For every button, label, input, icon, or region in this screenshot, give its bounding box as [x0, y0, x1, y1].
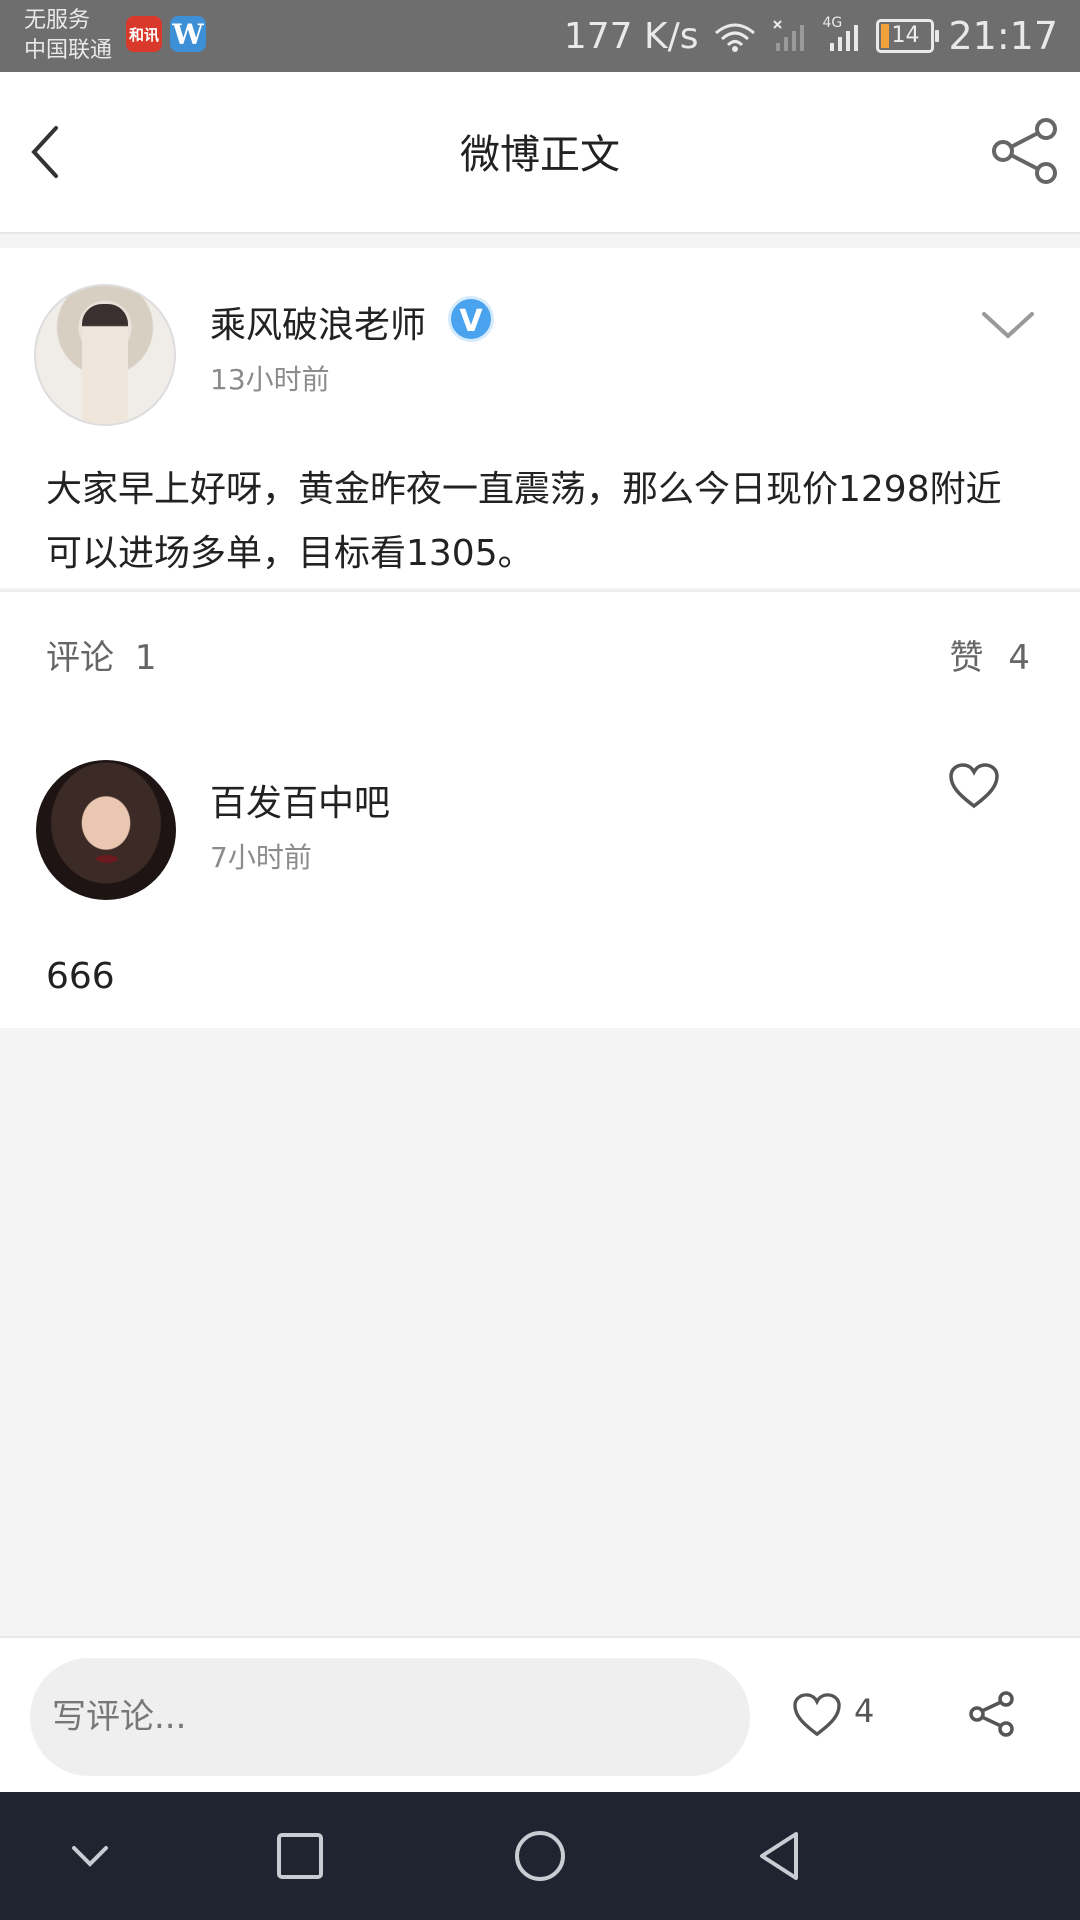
home-icon[interactable] — [510, 1826, 570, 1886]
signal-no-service-icon — [773, 20, 805, 51]
verified-badge: V — [448, 296, 494, 342]
wifi-icon — [715, 23, 756, 52]
w-app-icon: W — [170, 16, 206, 52]
carrier-line-2: 中国联通 — [24, 38, 113, 63]
recents-icon[interactable] — [270, 1826, 330, 1886]
verified-badge-label: V — [459, 304, 483, 339]
battery-level: 14 — [891, 23, 920, 48]
comment-time: 7小时前 — [210, 841, 312, 874]
post-stats: 评论 1 赞 4 — [0, 590, 1080, 712]
hexun-app-icon: 和讯 — [126, 16, 162, 52]
carrier-info: 无服务 中国联通 — [24, 6, 112, 66]
chevron-down-icon[interactable] — [980, 308, 1036, 342]
back-icon[interactable] — [750, 1826, 810, 1886]
top-nav: 微博正文 — [0, 72, 1080, 234]
comments-label: 评论 — [46, 638, 114, 678]
post-time: 13小时前 — [210, 363, 330, 396]
comments-count: 1 — [134, 638, 157, 678]
comment-item: 百发百中吧 7小时前 666 — [0, 710, 1080, 1028]
commenter-avatar[interactable] — [36, 760, 176, 900]
heart-icon[interactable] — [948, 762, 1000, 810]
comment-body: 666 — [46, 956, 115, 997]
bottom-action-bar: 4 — [0, 1636, 1080, 1794]
author-avatar[interactable] — [34, 284, 176, 426]
hide-keyboard-icon[interactable] — [60, 1826, 120, 1886]
clock: 21:17 — [948, 14, 1058, 58]
share-icon[interactable] — [968, 1690, 1016, 1738]
likes-tab[interactable]: 赞 4 — [950, 630, 1030, 679]
likes-label: 赞 — [949, 638, 984, 678]
signal-4g-icon: 4G — [822, 15, 862, 53]
commenter-name[interactable]: 百发百中吧 — [210, 774, 390, 826]
app-icon-1-label: 和讯 — [128, 25, 159, 44]
app-icon-2-label: W — [172, 17, 204, 51]
battery-icon: 14 — [876, 19, 940, 53]
heart-icon[interactable] — [792, 1692, 842, 1738]
net-speed: 177 K/s — [563, 15, 699, 57]
page-title: 微博正文 — [460, 132, 620, 178]
author-name[interactable]: 乘风破浪老师 — [210, 296, 426, 348]
likes-count: 4 — [1008, 638, 1030, 678]
like-count: 4 — [854, 1692, 875, 1730]
comment-input[interactable] — [30, 1658, 750, 1776]
post-body: 大家早上好呀，黄金昨夜一直震荡，那么今日现价1298附近可以进场多单，目标看13… — [46, 469, 1002, 574]
comments-tab[interactable]: 评论 1 — [46, 630, 156, 679]
post-card: 乘风破浪老师 V 13小时前 大家早上好呀，黄金昨夜一直震荡，那么今日现价129… — [0, 248, 1080, 588]
system-nav-bar — [0, 1792, 1080, 1920]
status-bar: 无服务 中国联通 和讯 W 177 K/s 4G 14 21:17 — [0, 0, 1080, 72]
share-icon[interactable] — [990, 116, 1060, 186]
carrier-line-1: 无服务 — [24, 8, 91, 33]
status-right: 177 K/s 4G 14 21:17 — [564, 14, 1058, 58]
